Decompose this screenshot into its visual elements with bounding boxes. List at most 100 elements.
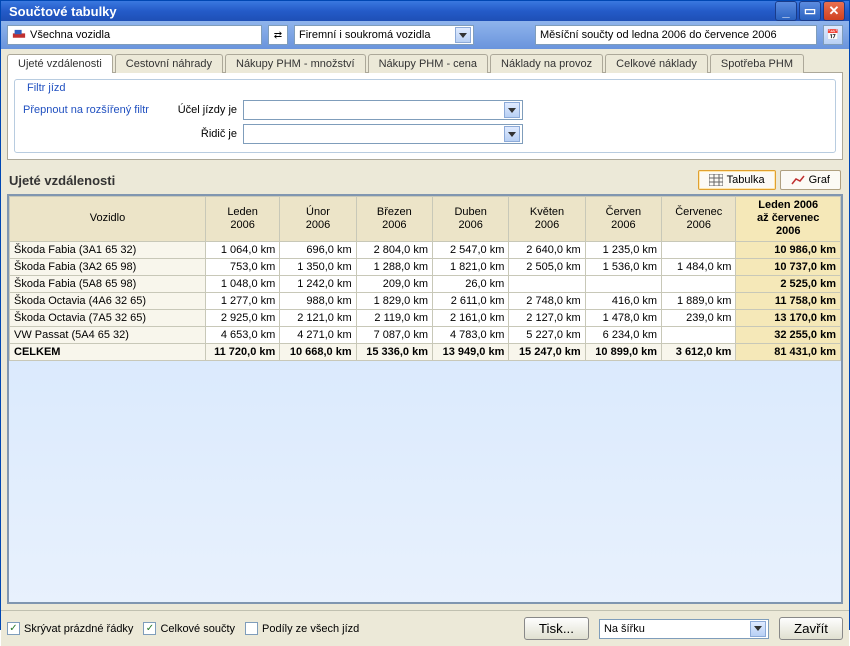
- cell: CELKEM: [10, 343, 206, 360]
- column-header[interactable]: Březen2006: [356, 197, 432, 242]
- tab-travel-allowances[interactable]: Cestovní náhrady: [115, 54, 223, 73]
- cell: 2 804,0 km: [356, 241, 432, 258]
- tab-operating-costs[interactable]: Náklady na provoz: [490, 54, 603, 73]
- section-header: Ujeté vzdálenosti Tabulka Graf: [9, 170, 841, 190]
- cell: Škoda Fabia (5A8 65 98): [10, 275, 206, 292]
- tab-fuel-price[interactable]: Nákupy PHM - cena: [368, 54, 488, 73]
- chevron-down-icon: [455, 27, 471, 43]
- tabs: Ujeté vzdálenosti Cestovní náhrady Nákup…: [7, 53, 843, 73]
- cell: 1 478,0 km: [585, 309, 661, 326]
- period-combo[interactable]: Měsíční součty od ledna 2006 do července…: [535, 25, 817, 45]
- close-button[interactable]: Zavřít: [779, 617, 843, 640]
- close-window-button[interactable]: ✕: [823, 1, 845, 21]
- cell: 1 235,0 km: [585, 241, 661, 258]
- column-header[interactable]: Leden 2006až červenec2006: [736, 197, 841, 242]
- cell: 13 949,0 km: [433, 343, 509, 360]
- cell: Škoda Fabia (3A2 65 98): [10, 258, 206, 275]
- cell: 15 247,0 km: [509, 343, 585, 360]
- column-header[interactable]: Červenec2006: [662, 197, 736, 242]
- cell: [662, 275, 736, 292]
- content: Ujeté vzdálenosti Cestovní náhrady Nákup…: [1, 49, 849, 610]
- cell: 2 505,0 km: [509, 258, 585, 275]
- titlebar: Součtové tabulky _ ▭ ✕: [1, 1, 849, 21]
- advanced-filter-link[interactable]: Přepnout na rozšířený filtr: [23, 104, 173, 116]
- swap-button[interactable]: ⇄: [268, 25, 288, 45]
- cell: 1 350,0 km: [280, 258, 356, 275]
- cell: 2 121,0 km: [280, 309, 356, 326]
- data-grid[interactable]: VozidloLeden2006Únor2006Březen2006Duben2…: [7, 194, 843, 604]
- cell: 5 227,0 km: [509, 326, 585, 343]
- calendar-button[interactable]: 📅: [823, 25, 843, 45]
- tab-consumption[interactable]: Spotřeba PHM: [710, 54, 804, 73]
- cell: 696,0 km: [280, 241, 356, 258]
- vehicle-selector[interactable]: Všechna vozidla: [7, 25, 262, 45]
- section-title: Ujeté vzdálenosti: [9, 173, 698, 188]
- ownership-text: Firemní i soukromá vozidla: [299, 29, 455, 41]
- orientation-combo[interactable]: Na šířku: [599, 619, 769, 639]
- filter-fieldset: Filtr jízd Přepnout na rozšířený filtr Ú…: [14, 79, 836, 153]
- table-row[interactable]: VW Passat (5A4 65 32)4 653,0 km4 271,0 k…: [10, 326, 841, 343]
- driver-combo[interactable]: [243, 124, 523, 144]
- ownership-combo[interactable]: Firemní i soukromá vozidla: [294, 25, 474, 45]
- view-graph-label: Graf: [809, 174, 830, 186]
- tab-body: Filtr jízd Přepnout na rozšířený filtr Ú…: [7, 73, 843, 160]
- driver-label: Řidič je: [173, 128, 243, 140]
- total-row: CELKEM11 720,0 km10 668,0 km15 336,0 km1…: [10, 343, 841, 360]
- cell: [585, 275, 661, 292]
- view-graph-button[interactable]: Graf: [780, 170, 841, 190]
- cell: 4 653,0 km: [205, 326, 279, 343]
- column-header[interactable]: Vozidlo: [10, 197, 206, 242]
- shares-checkbox[interactable]: Podíly ze všech jízd: [245, 622, 359, 635]
- calendar-icon: 📅: [827, 30, 839, 41]
- grid-blank-area: [9, 361, 841, 604]
- cell: 2 525,0 km: [736, 275, 841, 292]
- window-title: Součtové tabulky: [5, 4, 775, 19]
- view-table-label: Tabulka: [727, 174, 765, 186]
- cell: [509, 275, 585, 292]
- table-row[interactable]: Škoda Octavia (4A6 32 65)1 277,0 km988,0…: [10, 292, 841, 309]
- cell: 2 640,0 km: [509, 241, 585, 258]
- minimize-button[interactable]: _: [775, 1, 797, 21]
- view-table-button[interactable]: Tabulka: [698, 170, 776, 190]
- tab-total-costs[interactable]: Celkové náklady: [605, 54, 708, 73]
- column-header[interactable]: Únor2006: [280, 197, 356, 242]
- cell: 11 758,0 km: [736, 292, 841, 309]
- cell: 10 737,0 km: [736, 258, 841, 275]
- tab-distances[interactable]: Ujeté vzdálenosti: [7, 54, 113, 73]
- table-row[interactable]: Škoda Fabia (3A1 65 32)1 064,0 km696,0 k…: [10, 241, 841, 258]
- column-header[interactable]: Květen2006: [509, 197, 585, 242]
- cell: VW Passat (5A4 65 32): [10, 326, 206, 343]
- cell: 81 431,0 km: [736, 343, 841, 360]
- cell: 753,0 km: [205, 258, 279, 275]
- window: Součtové tabulky _ ▭ ✕ Všechna vozidla ⇄…: [0, 0, 850, 630]
- column-header[interactable]: Duben2006: [433, 197, 509, 242]
- cell: 1 889,0 km: [662, 292, 736, 309]
- cell: 2 127,0 km: [509, 309, 585, 326]
- graph-icon: [791, 174, 805, 186]
- cell: [662, 326, 736, 343]
- cell: 10 668,0 km: [280, 343, 356, 360]
- cell: 15 336,0 km: [356, 343, 432, 360]
- cell: 1 242,0 km: [280, 275, 356, 292]
- column-header[interactable]: Leden2006: [205, 197, 279, 242]
- table-row[interactable]: Škoda Octavia (7A5 32 65)2 925,0 km2 121…: [10, 309, 841, 326]
- cell: Škoda Octavia (4A6 32 65): [10, 292, 206, 309]
- maximize-button[interactable]: ▭: [799, 1, 821, 21]
- cell: 4 271,0 km: [280, 326, 356, 343]
- print-button[interactable]: Tisk...: [524, 617, 589, 640]
- table-row[interactable]: Škoda Fabia (3A2 65 98)753,0 km1 350,0 k…: [10, 258, 841, 275]
- cell: 6 234,0 km: [585, 326, 661, 343]
- chevron-down-icon: [750, 621, 766, 637]
- toolbar: Všechna vozidla ⇄ Firemní i soukromá voz…: [1, 21, 849, 49]
- cell: 1 048,0 km: [205, 275, 279, 292]
- cell: 4 783,0 km: [433, 326, 509, 343]
- totals-checkbox[interactable]: ✓Celkové součty: [143, 622, 235, 635]
- column-header[interactable]: Červen2006: [585, 197, 661, 242]
- hide-empty-checkbox[interactable]: ✓Skrývat prázdné řádky: [7, 622, 133, 635]
- table-row[interactable]: Škoda Fabia (5A8 65 98)1 048,0 km1 242,0…: [10, 275, 841, 292]
- purpose-combo[interactable]: [243, 100, 523, 120]
- tab-fuel-qty[interactable]: Nákupy PHM - množství: [225, 54, 366, 73]
- period-text: Měsíční součty od ledna 2006 do července…: [540, 29, 814, 41]
- cell: 2 611,0 km: [433, 292, 509, 309]
- cell: 1 288,0 km: [356, 258, 432, 275]
